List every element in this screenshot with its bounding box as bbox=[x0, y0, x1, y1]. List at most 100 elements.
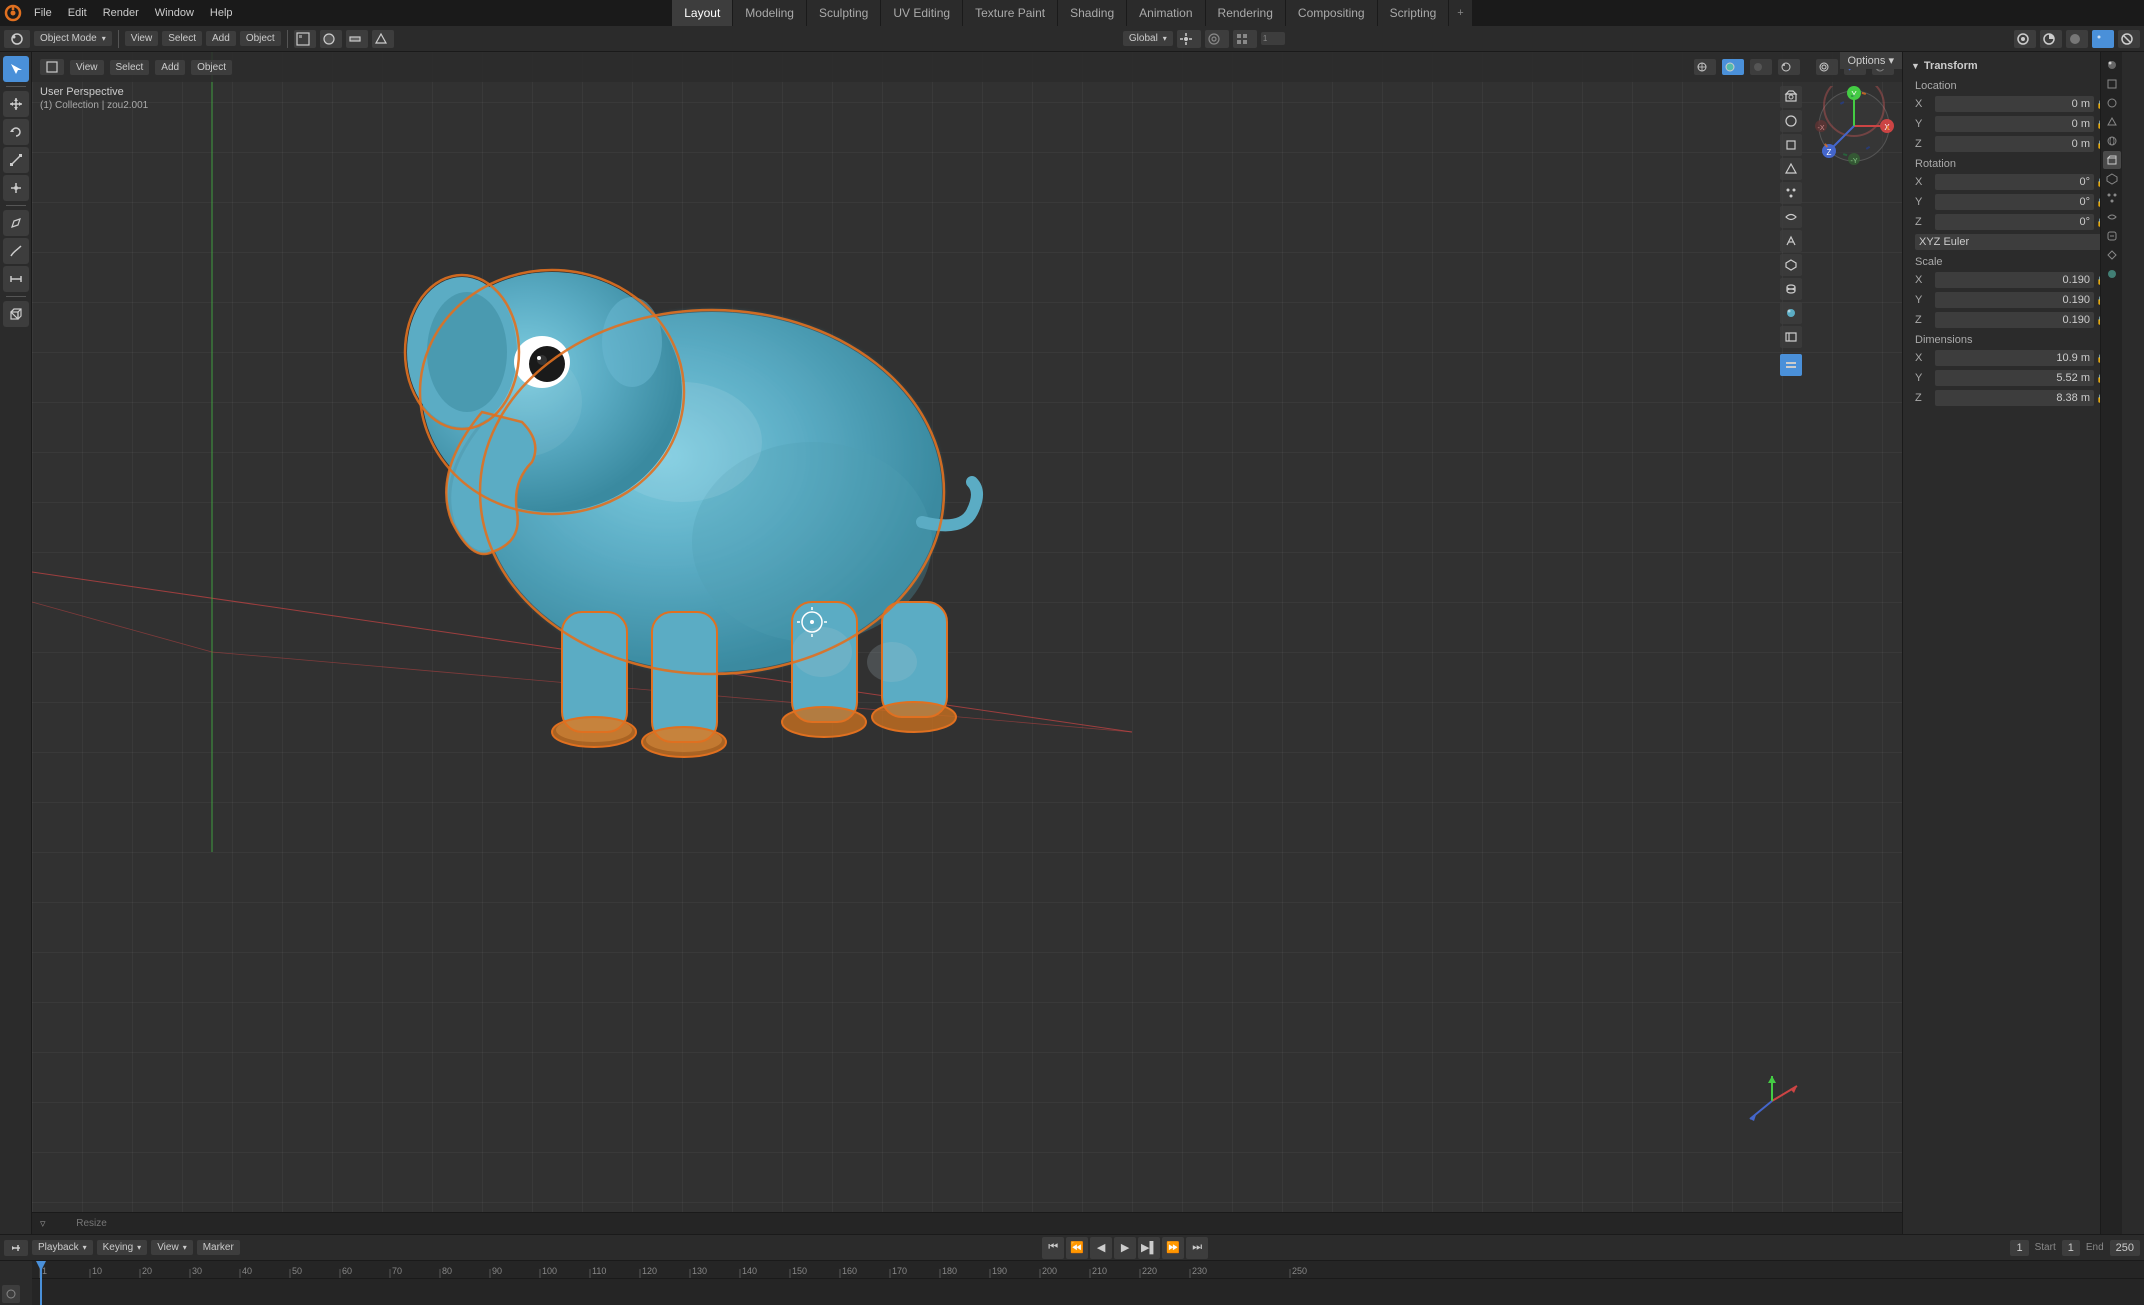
loc-z-value[interactable]: 0 m bbox=[1935, 136, 2094, 152]
timeline-playhead[interactable] bbox=[40, 1261, 42, 1305]
mode-icon-4[interactable] bbox=[372, 30, 394, 48]
prop-output-icon-btn[interactable] bbox=[2103, 75, 2121, 93]
transform-section-header[interactable]: ▼ Transform bbox=[1907, 56, 2118, 76]
prop-material-icon-btn[interactable] bbox=[2103, 265, 2121, 283]
tab-sculpting[interactable]: Sculpting bbox=[807, 0, 881, 26]
viewport-shade-2[interactable] bbox=[2066, 30, 2088, 48]
measure-tool[interactable] bbox=[3, 266, 29, 292]
menu-window[interactable]: Window bbox=[147, 0, 202, 26]
object-menu-btn[interactable]: Object bbox=[240, 31, 281, 46]
vp-shade-wire-btn[interactable] bbox=[1694, 59, 1716, 75]
overlay-layer-btn[interactable] bbox=[1780, 354, 1802, 376]
timeline-track-area[interactable] bbox=[32, 1279, 2144, 1305]
scale-x-value[interactable]: 0.190 bbox=[1935, 272, 2094, 288]
scale-y-value[interactable]: 0.190 bbox=[1935, 292, 2094, 308]
add-cube-tool[interactable] bbox=[3, 301, 29, 327]
snap-num-btn[interactable]: 1 bbox=[1261, 32, 1285, 45]
nav-gizmo[interactable]: X Y Z -X -Y bbox=[1814, 86, 1894, 166]
vp-shade-solid-btn[interactable] bbox=[1722, 59, 1744, 75]
rot-z-value[interactable]: 0° bbox=[1935, 214, 2094, 230]
move-tool[interactable] bbox=[3, 91, 29, 117]
overlay-object-btn[interactable] bbox=[1780, 134, 1802, 156]
add-menu-btn[interactable]: Add bbox=[206, 31, 236, 46]
timeline-content[interactable]: 1 10 20 30 40 50 60 70 80 90 1 bbox=[0, 1261, 2144, 1305]
menu-help[interactable]: Help bbox=[202, 0, 241, 26]
mode-icon-btn[interactable] bbox=[4, 30, 30, 48]
blender-logo-icon[interactable] bbox=[0, 0, 26, 26]
vp-shade-render-btn[interactable] bbox=[1778, 59, 1800, 75]
prop-modifier-icon-btn[interactable] bbox=[2103, 170, 2121, 188]
viewport-add-btn[interactable]: Add bbox=[155, 60, 185, 75]
viewport[interactable]: View Select Add Object User Perspective bbox=[32, 52, 1902, 1234]
overlay-modifier-btn[interactable] bbox=[1780, 254, 1802, 276]
select-menu-btn[interactable]: Select bbox=[162, 31, 202, 46]
prop-object-icon-btn[interactable] bbox=[2103, 151, 2121, 169]
rotate-tool[interactable] bbox=[3, 119, 29, 145]
overlay-camera-btn[interactable] bbox=[1780, 86, 1802, 108]
scale-tool[interactable] bbox=[3, 147, 29, 173]
timeline-scene-btn[interactable] bbox=[2, 1285, 20, 1303]
viewport-select-btn[interactable]: Select bbox=[110, 60, 150, 75]
start-frame-input[interactable]: 1 bbox=[2062, 1240, 2080, 1256]
global-btn[interactable]: Global ▾ bbox=[1123, 31, 1173, 46]
mode-icon-1[interactable] bbox=[294, 30, 316, 48]
current-frame-display[interactable]: 1 bbox=[2010, 1240, 2028, 1256]
overlay-mesh-btn[interactable] bbox=[1780, 158, 1802, 180]
tab-uv-editing[interactable]: UV Editing bbox=[881, 0, 963, 26]
rot-x-value[interactable]: 0° bbox=[1935, 174, 2094, 190]
render-engine-icon[interactable] bbox=[2014, 30, 2036, 48]
dim-y-value[interactable]: 5.52 m bbox=[1935, 370, 2094, 386]
marker-btn[interactable]: Marker bbox=[197, 1240, 240, 1255]
playback-btn[interactable]: Playback ▾ bbox=[32, 1240, 93, 1255]
prop-physics-icon-btn[interactable] bbox=[2103, 208, 2121, 226]
mode-icon-3[interactable] bbox=[346, 30, 368, 48]
overlay-world-btn[interactable] bbox=[1780, 110, 1802, 132]
tab-scripting[interactable]: Scripting bbox=[1378, 0, 1450, 26]
rot-y-value[interactable]: 0° bbox=[1935, 194, 2094, 210]
keying-btn[interactable]: Keying ▾ bbox=[97, 1240, 148, 1255]
viewport-shade-4[interactable] bbox=[2118, 30, 2140, 48]
select-box-tool[interactable] bbox=[3, 56, 29, 82]
rot-mode-dropdown[interactable]: XYZ Euler bbox=[1915, 234, 2104, 250]
timeline-view-btn[interactable]: View ▾ bbox=[151, 1240, 193, 1255]
add-workspace-btn[interactable]: + bbox=[1449, 0, 1471, 26]
options-button[interactable]: Options ▾ bbox=[1840, 52, 1903, 69]
scale-z-value[interactable]: 0.190 bbox=[1935, 312, 2094, 328]
timeline-editor-type-btn[interactable] bbox=[4, 1240, 28, 1256]
menu-render[interactable]: Render bbox=[95, 0, 147, 26]
tab-rendering[interactable]: Rendering bbox=[1206, 0, 1286, 26]
tab-shading[interactable]: Shading bbox=[1058, 0, 1127, 26]
resize-bar[interactable]: ▿ View Resize bbox=[32, 1212, 1902, 1234]
snap-icon-btn[interactable] bbox=[1177, 30, 1201, 48]
step-back-btn[interactable]: ◀ bbox=[1090, 1237, 1112, 1259]
tab-texture-paint[interactable]: Texture Paint bbox=[963, 0, 1058, 26]
dim-x-value[interactable]: 10.9 m bbox=[1935, 350, 2094, 366]
overlay-scene-btn[interactable] bbox=[1780, 326, 1802, 348]
prop-world-icon-btn[interactable] bbox=[2103, 132, 2121, 150]
mode-icon-2[interactable] bbox=[320, 30, 342, 48]
jump-next-keyframe-btn[interactable]: ⏩ bbox=[1162, 1237, 1184, 1259]
overlay-material-btn[interactable] bbox=[1780, 302, 1802, 324]
elephant-object[interactable] bbox=[232, 92, 1082, 852]
jump-end-btn[interactable]: ⏭ bbox=[1186, 1237, 1208, 1259]
overlay-particles-btn[interactable] bbox=[1780, 182, 1802, 204]
tab-animation[interactable]: Animation bbox=[1127, 0, 1205, 26]
viewport-shade-1[interactable] bbox=[2040, 30, 2062, 48]
step-forward-btn[interactable]: ▶▌ bbox=[1138, 1237, 1160, 1259]
viewport-editor-type-btn[interactable] bbox=[40, 59, 64, 75]
menu-edit[interactable]: Edit bbox=[60, 0, 95, 26]
viewport-view-btn[interactable]: View bbox=[70, 60, 104, 75]
overlay-physics-btn[interactable] bbox=[1780, 206, 1802, 228]
tab-modeling[interactable]: Modeling bbox=[733, 0, 807, 26]
prop-constraint-icon-btn[interactable] bbox=[2103, 227, 2121, 245]
object-mode-btn[interactable]: Object Mode ▾ bbox=[34, 31, 112, 46]
tab-layout[interactable]: Layout bbox=[672, 0, 733, 26]
viewport-shade-3[interactable] bbox=[2092, 30, 2114, 48]
viewport-object-btn[interactable]: Object bbox=[191, 60, 232, 75]
annotate-tool[interactable] bbox=[3, 210, 29, 236]
dim-z-value[interactable]: 8.38 m bbox=[1935, 390, 2094, 406]
prop-data-icon-btn[interactable] bbox=[2103, 246, 2121, 264]
vp-overlay-btn[interactable] bbox=[1816, 59, 1838, 75]
jump-prev-keyframe-btn[interactable]: ⏪ bbox=[1066, 1237, 1088, 1259]
end-frame-input[interactable]: 250 bbox=[2110, 1240, 2140, 1256]
